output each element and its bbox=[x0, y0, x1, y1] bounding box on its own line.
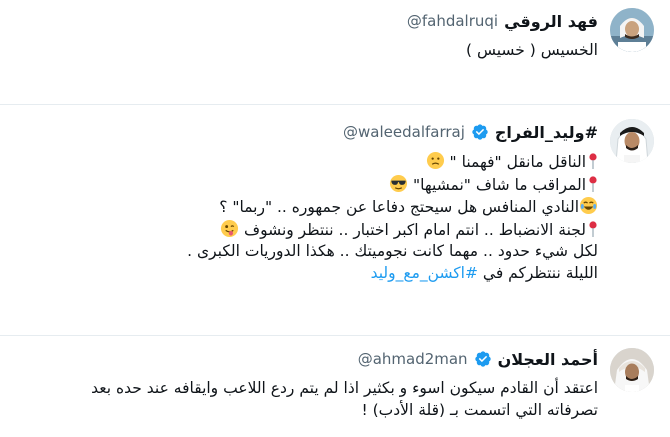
tweet-line-text: النادي المنافس هل سيحتج دفاعا عن جمهوره … bbox=[219, 198, 579, 216]
tweet-item[interactable]: فهد الروقي @fahdalruqi الخسيس ( خسيس ) bbox=[0, 0, 670, 104]
tweet-text: الخسيس ( خسيس ) bbox=[16, 40, 598, 62]
tweet-line-text: المراقب ما شاف "نمشيها" bbox=[413, 175, 586, 194]
tears-of-joy-emoji bbox=[579, 196, 598, 215]
tweet-line: الناقل مانقل "فهمنا " bbox=[16, 151, 598, 174]
sunglasses-face-emoji bbox=[390, 174, 408, 192]
tweet-header: #وليد_الفراج @waleedalfarraj bbox=[16, 121, 598, 143]
tweet-item[interactable]: أحمد العجلان @ahmad2man اعتقد أن القادم … bbox=[0, 336, 670, 437]
display-name[interactable]: أحمد العجلان bbox=[498, 350, 598, 369]
user-handle[interactable]: @fahdalruqi bbox=[407, 12, 498, 30]
winking-tongue-emoji bbox=[221, 219, 239, 237]
user-handle[interactable]: @ahmad2man bbox=[358, 350, 468, 368]
verified-badge-icon bbox=[474, 351, 491, 367]
tweet-header: فهد الروقي @fahdalruqi bbox=[16, 10, 598, 32]
tweet-header: أحمد العجلان @ahmad2man bbox=[16, 348, 598, 370]
tweet-line: تصرفاته التي اتسمت بـ (قلة الأدب) ! bbox=[361, 400, 598, 419]
tweet-line: لكل شيء حدود .. مهما كانت نجوميتك .. هكذ… bbox=[187, 242, 598, 260]
tweet-line: لجنة الانضباط .. انتم امام اكبر اختبار .… bbox=[16, 219, 598, 242]
verified-badge-icon bbox=[472, 124, 488, 140]
tweet-line: الخسيس ( خسيس ) bbox=[465, 41, 598, 59]
tweet-line-text: الليلة ننتظركم في bbox=[477, 263, 598, 282]
user-handle[interactable]: @waleedalfarraj bbox=[343, 123, 465, 141]
tweet-text: اعتقد أن القادم سيكون اسوء و بكثير اذا ل… bbox=[16, 378, 598, 421]
tweet-line: اعتقد أن القادم سيكون اسوء و بكثير اذا ل… bbox=[91, 379, 598, 397]
display-name[interactable]: فهد الروقي bbox=[504, 12, 598, 31]
hashtag-link[interactable]: #اكشن_مع_وليد bbox=[371, 264, 478, 282]
tweet-line-text: لجنة الانضباط .. انتم امام اكبر اختبار .… bbox=[244, 220, 586, 239]
avatar[interactable] bbox=[610, 348, 654, 392]
display-name[interactable]: #وليد_الفراج bbox=[495, 123, 598, 142]
tweet-line: النادي المنافس هل سيحتج دفاعا عن جمهوره … bbox=[16, 196, 598, 219]
tweet-item[interactable]: #وليد_الفراج @waleedalfarraj الناقل مانق… bbox=[0, 105, 670, 335]
avatar[interactable] bbox=[610, 119, 654, 163]
pin-icon bbox=[589, 220, 597, 237]
pin-icon bbox=[589, 175, 597, 192]
avatar[interactable] bbox=[610, 8, 654, 52]
tweet-line: الليلة ننتظركم في #اكشن_مع_وليد bbox=[16, 263, 598, 285]
tweet-line: المراقب ما شاف "نمشيها" bbox=[16, 174, 598, 197]
tweet-line-text: الناقل مانقل "فهمنا " bbox=[449, 153, 586, 171]
tweet-text: الناقل مانقل "فهمنا " المراقب ما شاف "نم… bbox=[16, 151, 598, 284]
confused-face-emoji bbox=[426, 151, 444, 170]
pin-icon bbox=[589, 153, 597, 169]
